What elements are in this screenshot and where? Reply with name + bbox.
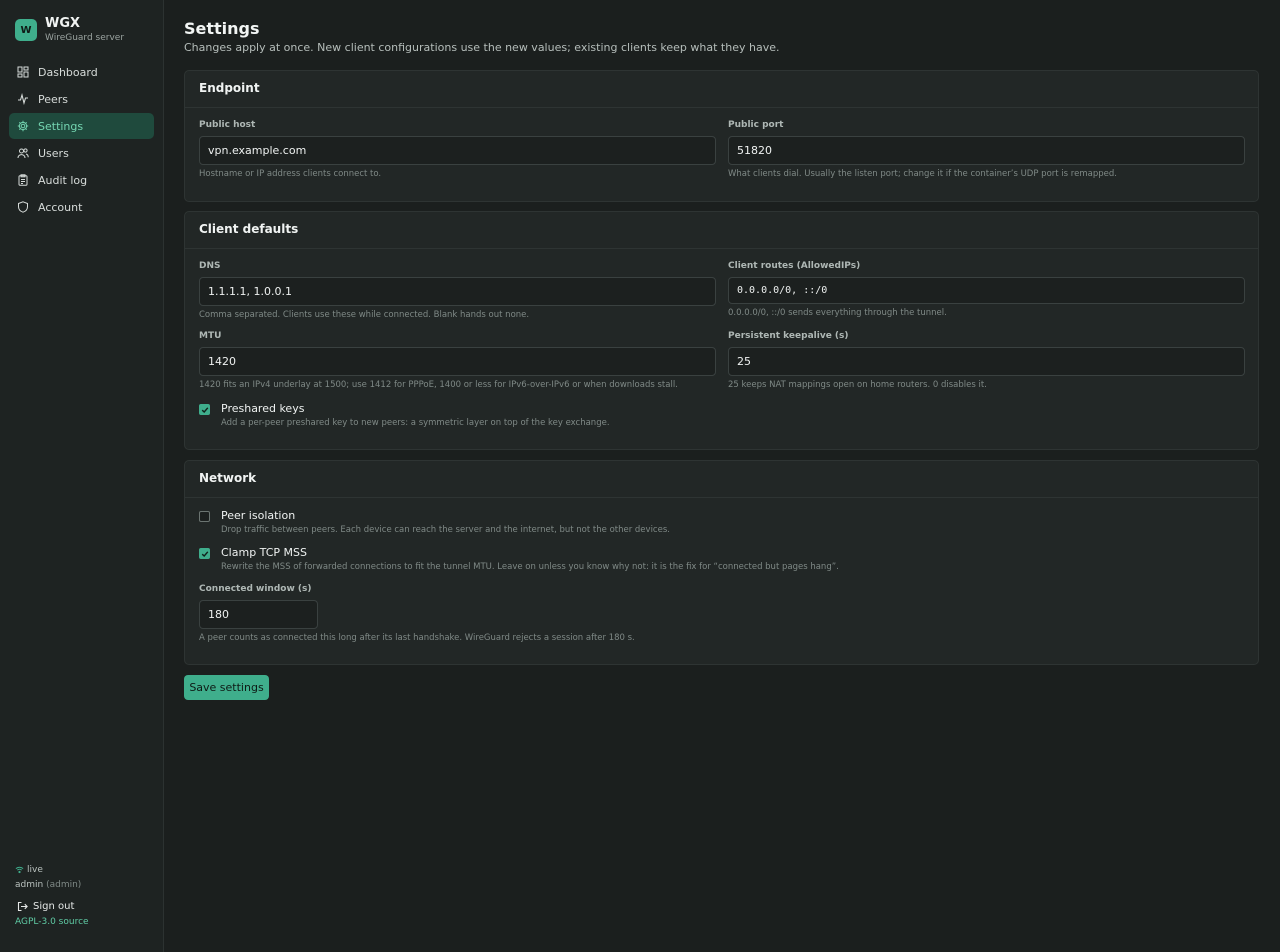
connected-window-input[interactable]: 180 <box>199 600 318 629</box>
clamp-mss-option: Clamp TCP MSS Rewrite the MSS of forward… <box>199 546 839 572</box>
peer-isolation-option: Peer isolation Drop traffic between peer… <box>199 509 670 535</box>
network-card: Network Peer isolation Drop traffic betw… <box>184 460 1259 665</box>
dns-field: DNS 1.1.1.1, 1.0.0.1 Comma separated. Cl… <box>199 261 716 320</box>
brand-name: WGX <box>45 16 81 31</box>
card-title: Network <box>185 461 1258 498</box>
mtu-field: MTU 1420 1420 fits an IPv4 underlay at 1… <box>199 331 716 390</box>
check-icon <box>201 550 208 557</box>
field-label: MTU <box>199 331 222 341</box>
user-name: admin <box>15 880 44 890</box>
option-help: Rewrite the MSS of forwarded connections… <box>221 562 839 572</box>
page-title: Settings <box>184 19 260 38</box>
sidebar-item-account[interactable]: Account <box>9 194 154 220</box>
clipboard-icon <box>18 174 28 186</box>
client-routes-field: Client routes (AllowedIPs) 0.0.0.0/0, ::… <box>728 261 1245 318</box>
sidebar-item-label: Peers <box>38 92 69 106</box>
sidebar-nav: Dashboard Peers Settings Users Audit log… <box>9 59 154 221</box>
client-routes-input[interactable]: 0.0.0.0/0, ::/0 <box>728 277 1245 304</box>
field-label: Connected window (s) <box>199 584 312 594</box>
sidebar-item-users[interactable]: Users <box>9 140 154 166</box>
gear-icon <box>17 120 29 132</box>
sidebar: W WGX WireGuard server Dashboard Peers S… <box>0 0 164 952</box>
logout-icon <box>17 901 28 911</box>
dns-input[interactable]: 1.1.1.1, 1.0.0.1 <box>199 277 716 306</box>
user-role: (admin) <box>46 880 82 890</box>
sidebar-item-audit-log[interactable]: Audit log <box>9 167 154 193</box>
sidebar-item-settings[interactable]: Settings <box>9 113 154 139</box>
clamp-mss-checkbox[interactable] <box>199 548 210 559</box>
field-label: Public host <box>199 120 256 130</box>
sign-out-button[interactable]: Sign out <box>15 897 89 915</box>
option-help: Drop traffic between peers. Each device … <box>221 525 670 535</box>
field-help: 1420 fits an IPv4 underlay at 1500; use … <box>199 380 678 390</box>
sign-out-label: Sign out <box>33 900 75 912</box>
field-label: Persistent keepalive (s) <box>728 331 849 341</box>
option-label: Peer isolation <box>221 509 296 522</box>
brand[interactable]: W WGX WireGuard server <box>15 16 124 44</box>
field-label: Public port <box>728 120 784 130</box>
sidebar-item-label: Settings <box>38 119 84 133</box>
check-icon <box>201 406 208 413</box>
keepalive-input[interactable]: 25 <box>728 347 1245 376</box>
field-help: Comma separated. Clients use these while… <box>199 310 530 320</box>
endpoint-card: Endpoint Public host vpn.example.com Hos… <box>184 70 1259 202</box>
public-port-input[interactable]: 51820 <box>728 136 1245 165</box>
public-host-field: Public host vpn.example.com Hostname or … <box>199 120 716 179</box>
field-help: 25 keeps NAT mappings open on home route… <box>728 380 987 390</box>
grid-icon <box>17 66 29 78</box>
users-icon <box>17 148 29 159</box>
public-host-input[interactable]: vpn.example.com <box>199 136 716 165</box>
sidebar-item-label: Dashboard <box>38 65 98 79</box>
connected-window-field: Connected window (s) 180 A peer counts a… <box>199 584 635 643</box>
public-port-field: Public port 51820 What clients dial. Usu… <box>728 120 1245 179</box>
sidebar-item-peers[interactable]: Peers <box>9 86 154 112</box>
option-label: Clamp TCP MSS <box>221 546 308 559</box>
peer-isolation-checkbox[interactable] <box>199 511 210 522</box>
wifi-icon <box>15 866 24 874</box>
shield-icon <box>18 201 28 213</box>
sidebar-item-label: Account <box>38 200 83 214</box>
preshared-keys-checkbox[interactable] <box>199 404 210 415</box>
page-subtitle: Changes apply at once. New client config… <box>184 41 780 54</box>
field-label: Client routes (AllowedIPs) <box>728 261 861 271</box>
brand-logo: W <box>15 19 37 41</box>
status-live: live <box>15 863 89 876</box>
field-label: DNS <box>199 261 221 271</box>
status-text: live <box>27 864 43 875</box>
keepalive-field: Persistent keepalive (s) 25 25 keeps NAT… <box>728 331 1245 390</box>
option-help: Add a per-peer preshared key to new peer… <box>221 418 610 428</box>
preshared-keys-option: Preshared keys Add a per-peer preshared … <box>199 402 610 428</box>
mtu-input[interactable]: 1420 <box>199 347 716 376</box>
field-help: Hostname or IP address clients connect t… <box>199 169 382 179</box>
client-defaults-card: Client defaults DNS 1.1.1.1, 1.0.0.1 Com… <box>184 211 1259 450</box>
field-help: A peer counts as connected this long aft… <box>199 633 635 643</box>
field-help: 0.0.0.0/0, ::/0 sends everything through… <box>728 308 947 318</box>
card-title: Endpoint <box>185 71 1258 108</box>
sidebar-item-dashboard[interactable]: Dashboard <box>9 59 154 85</box>
card-title: Client defaults <box>185 212 1258 249</box>
sidebar-item-label: Users <box>38 146 69 160</box>
option-label: Preshared keys <box>221 402 305 415</box>
current-user: admin (admin) <box>15 880 89 893</box>
save-settings-button[interactable]: Save settings <box>184 675 269 700</box>
field-help: What clients dial. Usually the listen po… <box>728 169 1117 179</box>
activity-icon <box>18 93 28 105</box>
license-link[interactable]: AGPL-3.0 source <box>15 917 89 927</box>
sidebar-footer: live admin (admin) Sign out AGPL-3.0 sou… <box>15 863 89 928</box>
sidebar-item-label: Audit log <box>38 173 88 187</box>
brand-subtitle: WireGuard server <box>45 33 125 43</box>
